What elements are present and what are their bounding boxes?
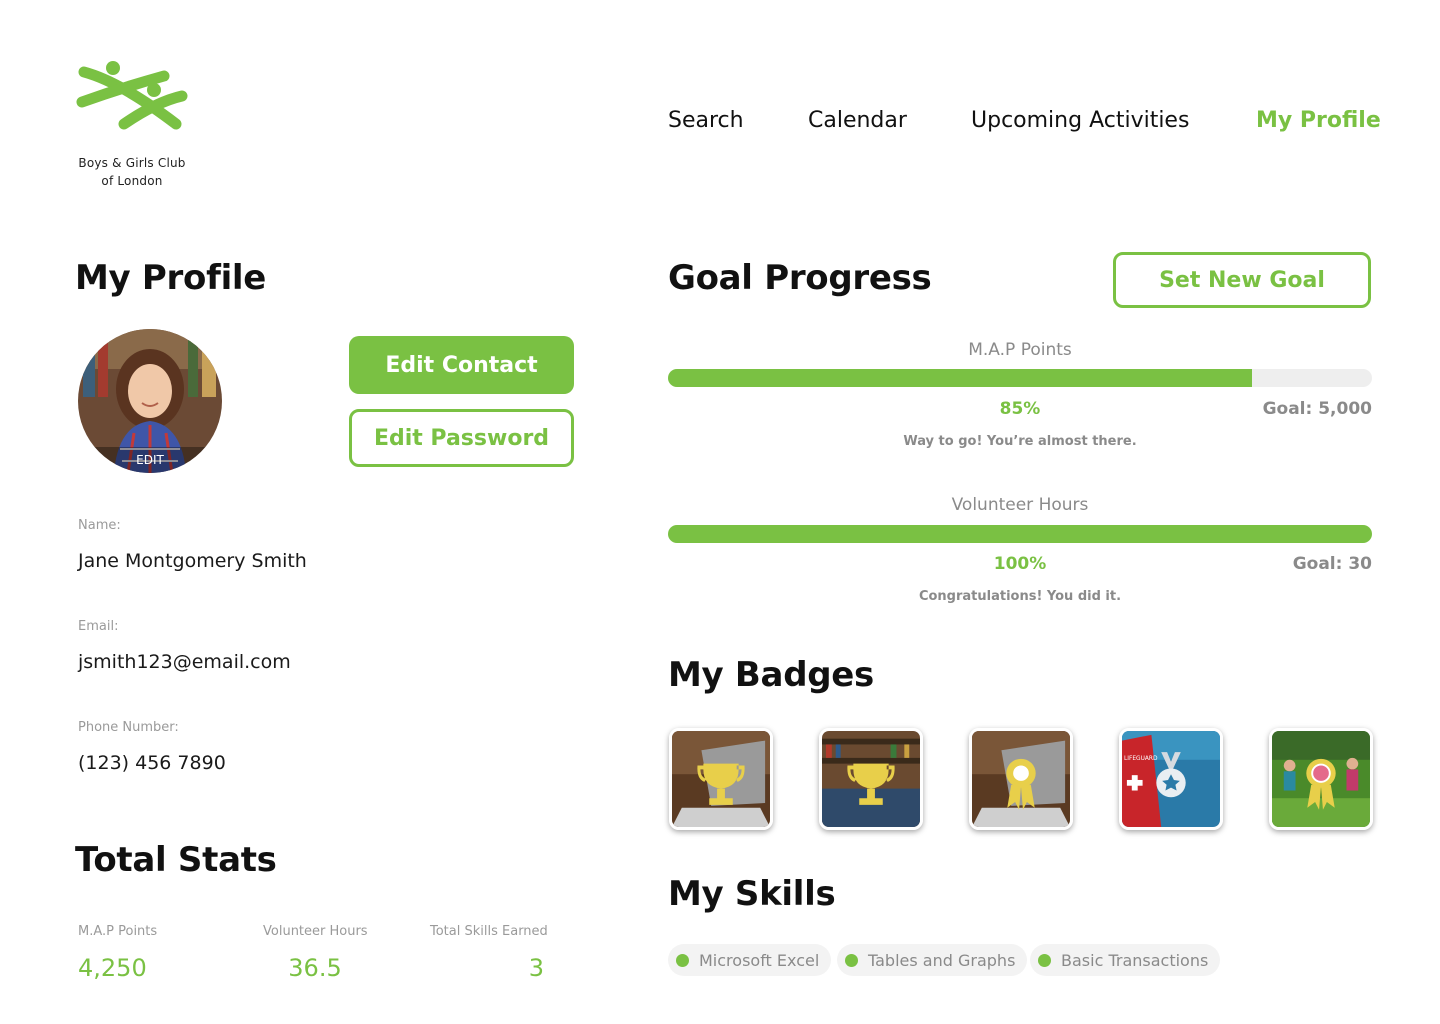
badges-title: My Badges	[668, 655, 874, 695]
goal-map-points-title: M.A.P Points	[968, 340, 1072, 360]
goal-volunteer-hours-title: Volunteer Hours	[951, 495, 1089, 515]
phone-label: Phone Number:	[78, 720, 179, 735]
goal-map-points-progress-bar	[668, 369, 1372, 387]
email-label: Email:	[78, 619, 119, 634]
name-label: Name:	[78, 518, 121, 533]
avatar[interactable]: EDIT	[78, 329, 222, 473]
org-name-line1: Boys & Girls Club	[78, 156, 186, 170]
goal-volunteer-hours-progress-fill	[668, 525, 1372, 543]
set-new-goal-button[interactable]: Set New Goal	[1113, 252, 1371, 308]
logo-mark-icon	[76, 61, 188, 130]
goal-map-points-progress-fill	[668, 369, 1253, 387]
stat-skills-earned-label: Total Skills Earned	[430, 924, 548, 939]
avatar-photo	[78, 329, 222, 473]
lifeguard-text: LIFEGUARD	[1124, 756, 1158, 762]
email-value: jsmith123@email.com	[78, 651, 291, 673]
skill-chip-basic-transactions[interactable]: Basic Transactions	[1030, 944, 1221, 976]
edit-contact-button[interactable]: Edit Contact	[349, 336, 574, 394]
edit-password-button[interactable]: Edit Password	[349, 409, 574, 467]
phone-value: (123) 456 7890	[78, 752, 226, 774]
stat-map-points-value: 4,250	[78, 954, 147, 982]
goal-volunteer-hours-target: Goal: 30	[1292, 554, 1372, 574]
badge-4[interactable]: LIFEGUARD	[1119, 728, 1223, 830]
skill-label: Microsoft Excel	[699, 950, 820, 970]
stats-title: Total Stats	[75, 840, 277, 880]
badge-5[interactable]	[1269, 728, 1373, 830]
skill-label: Basic Transactions	[1061, 950, 1209, 970]
profile-title: My Profile	[75, 258, 267, 298]
stat-volunteer-hours-label: Volunteer Hours	[263, 924, 368, 939]
name-value: Jane Montgomery Smith	[78, 550, 307, 572]
goal-volunteer-hours-progress-bar	[668, 525, 1372, 543]
goal-volunteer-hours-message: Congratulations! You did it.	[918, 589, 1122, 604]
badge-2[interactable]	[819, 728, 923, 830]
goal-map-points-target: Goal: 5,000	[1262, 399, 1372, 419]
stat-volunteer-hours-value: 36.5	[288, 954, 342, 982]
badge-3[interactable]	[969, 728, 1073, 830]
skill-chip-tables-graphs[interactable]: Tables and Graphs	[837, 944, 1028, 976]
nav-upcoming-activities[interactable]: Upcoming Activities	[971, 108, 1189, 133]
nav-search[interactable]: Search	[668, 108, 744, 133]
skill-dot-icon	[676, 953, 689, 967]
skill-dot-icon	[1038, 953, 1051, 967]
nav-my-profile[interactable]: My Profile	[1256, 108, 1381, 133]
skill-dot-icon	[845, 953, 858, 967]
skill-label: Tables and Graphs	[868, 950, 1016, 970]
org-name-line2: of London	[101, 174, 163, 188]
club-logo[interactable]	[76, 58, 191, 138]
goal-map-points-message: Way to go! You’re almost there.	[903, 434, 1137, 449]
goal-progress-title: Goal Progress	[668, 258, 932, 298]
avatar-edit-label[interactable]: EDIT	[78, 453, 222, 467]
badge-1[interactable]	[669, 728, 773, 830]
goal-volunteer-hours-percent: 100%	[993, 554, 1047, 574]
stat-skills-earned-value: 3	[528, 954, 544, 982]
stat-map-points-label: M.A.P Points	[78, 924, 158, 939]
nav-calendar[interactable]: Calendar	[808, 108, 907, 133]
skills-title: My Skills	[668, 874, 836, 914]
skill-chip-excel[interactable]: Microsoft Excel	[668, 944, 832, 976]
